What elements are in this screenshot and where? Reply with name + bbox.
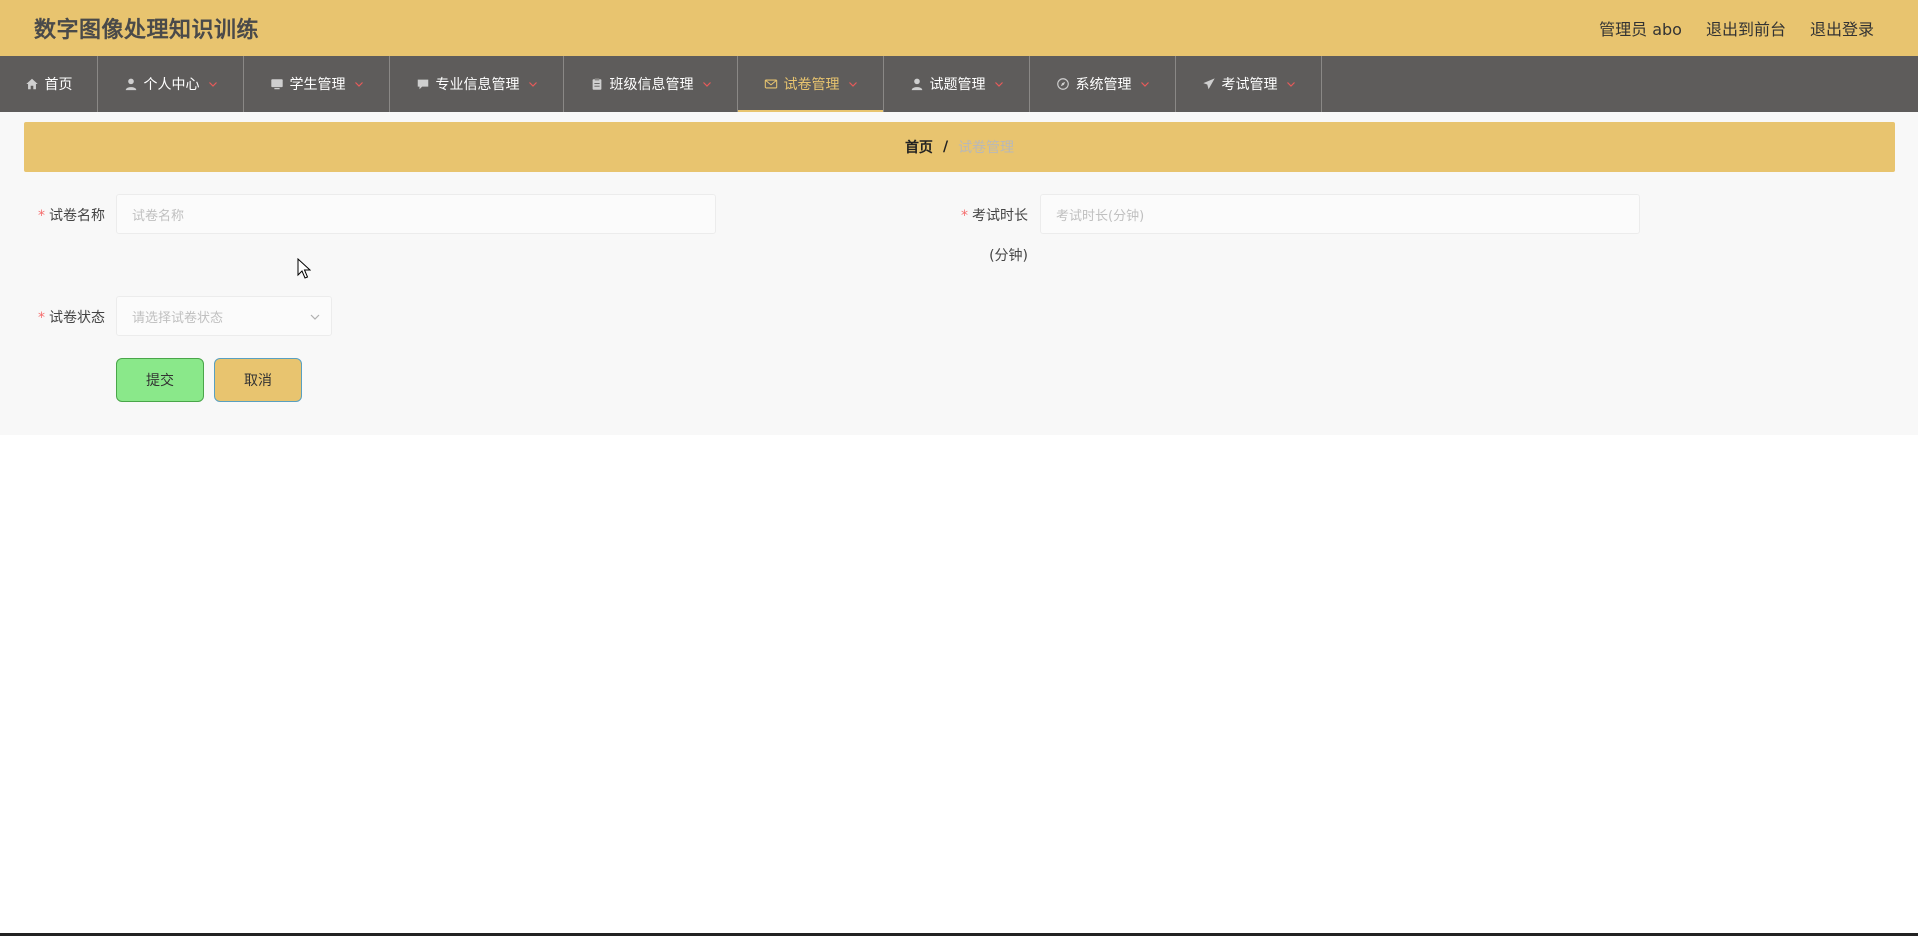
- breadcrumb-current: 试卷管理: [958, 140, 1015, 156]
- nav-item-label: 考试管理: [1221, 77, 1278, 93]
- duration-unit-label: (分钟): [989, 248, 1028, 264]
- home-icon: [25, 77, 39, 91]
- paper-status-label-text: 试卷状态: [49, 310, 105, 326]
- mail-icon: [764, 77, 778, 91]
- send-icon: [1202, 77, 1216, 91]
- submit-button[interactable]: 提交: [116, 358, 204, 402]
- nav-item-label: 系统管理: [1075, 77, 1132, 93]
- nav-item-personal-center[interactable]: 个人中心: [98, 56, 244, 112]
- nav-item-student-management[interactable]: 学生管理: [244, 56, 390, 112]
- nav-item-label: 试卷管理: [783, 77, 840, 93]
- nav-item-home[interactable]: 首页: [0, 56, 98, 112]
- chevron-down-icon: [994, 79, 1004, 89]
- chat-icon: [416, 77, 430, 91]
- nav-item-question-management[interactable]: 试题管理: [884, 56, 1030, 112]
- paper-name-placeholder: 试卷名称: [132, 208, 185, 224]
- main-nav: 首页 个人中心 学生管理 专业信息管理 班级信息管理 试卷管理 试题管理 系统管…: [0, 56, 1918, 112]
- duration-label: * 考试时长: [940, 205, 1028, 225]
- clipboard-icon: [590, 77, 604, 91]
- paper-name-label-text: 试卷名称: [49, 208, 105, 224]
- user-icon: [124, 77, 138, 91]
- paper-status-placeholder: 请选择试卷状态: [132, 310, 224, 326]
- nav-item-label: 专业信息管理: [435, 77, 520, 93]
- nav-item-major-info-management[interactable]: 专业信息管理: [390, 56, 564, 112]
- logout-link[interactable]: 退出登录: [1810, 16, 1874, 40]
- exit-to-front-link[interactable]: 退出到前台: [1706, 16, 1786, 40]
- nav-item-label: 个人中心: [143, 77, 200, 93]
- content-area: 首页 / 试卷管理 * 试卷名称 试卷名称 * 考试时长 (分钟) 考试时长(分钟)…: [0, 112, 1918, 435]
- chevron-down-icon: [309, 311, 321, 323]
- mouse-cursor-icon: [297, 257, 312, 280]
- nav-item-label: 首页: [44, 77, 73, 93]
- duration-placeholder: 考试时长(分钟): [1056, 208, 1145, 224]
- user-icon: [910, 77, 924, 91]
- nav-item-label: 试题管理: [929, 77, 986, 93]
- chevron-down-icon: [208, 79, 218, 89]
- chevron-down-icon: [528, 79, 538, 89]
- nav-item-class-info-management[interactable]: 班级信息管理: [564, 56, 738, 112]
- chevron-down-icon: [1286, 79, 1296, 89]
- nav-item-label: 学生管理: [289, 77, 346, 93]
- chevron-down-icon: [1140, 79, 1150, 89]
- cancel-button[interactable]: 取消: [214, 358, 302, 402]
- required-mark: *: [38, 310, 45, 326]
- required-mark: *: [961, 208, 968, 224]
- paper-name-input[interactable]: 试卷名称: [116, 194, 716, 234]
- required-mark: *: [38, 208, 45, 224]
- duration-label-text: 考试时长: [972, 208, 1028, 224]
- breadcrumb: 首页 / 试卷管理: [24, 122, 1895, 172]
- nav-item-system-management[interactable]: 系统管理: [1030, 56, 1176, 112]
- header-links: 管理员 abo 退出到前台 退出登录: [1599, 16, 1874, 40]
- app-title: 数字图像处理知识训练: [34, 18, 260, 43]
- nav-item-paper-management[interactable]: 试卷管理: [738, 56, 884, 112]
- duration-input[interactable]: 考试时长(分钟): [1040, 194, 1640, 234]
- nav-item-label: 班级信息管理: [609, 77, 694, 93]
- breadcrumb-separator: /: [942, 139, 949, 155]
- chevron-down-icon: [848, 79, 858, 89]
- breadcrumb-home[interactable]: 首页: [905, 137, 933, 157]
- top-header: 数字图像处理知识训练 管理员 abo 退出到前台 退出登录: [0, 0, 1918, 56]
- nav-item-exam-management[interactable]: 考试管理: [1176, 56, 1322, 112]
- paper-status-label: * 试卷状态: [30, 307, 105, 327]
- chevron-down-icon: [702, 79, 712, 89]
- monitor-icon: [270, 77, 284, 91]
- compass-icon: [1056, 77, 1070, 91]
- paper-status-select[interactable]: 请选择试卷状态: [116, 296, 332, 336]
- chevron-down-icon: [354, 79, 364, 89]
- paper-name-label: * 试卷名称: [30, 205, 105, 225]
- admin-user-label[interactable]: 管理员 abo: [1599, 16, 1682, 40]
